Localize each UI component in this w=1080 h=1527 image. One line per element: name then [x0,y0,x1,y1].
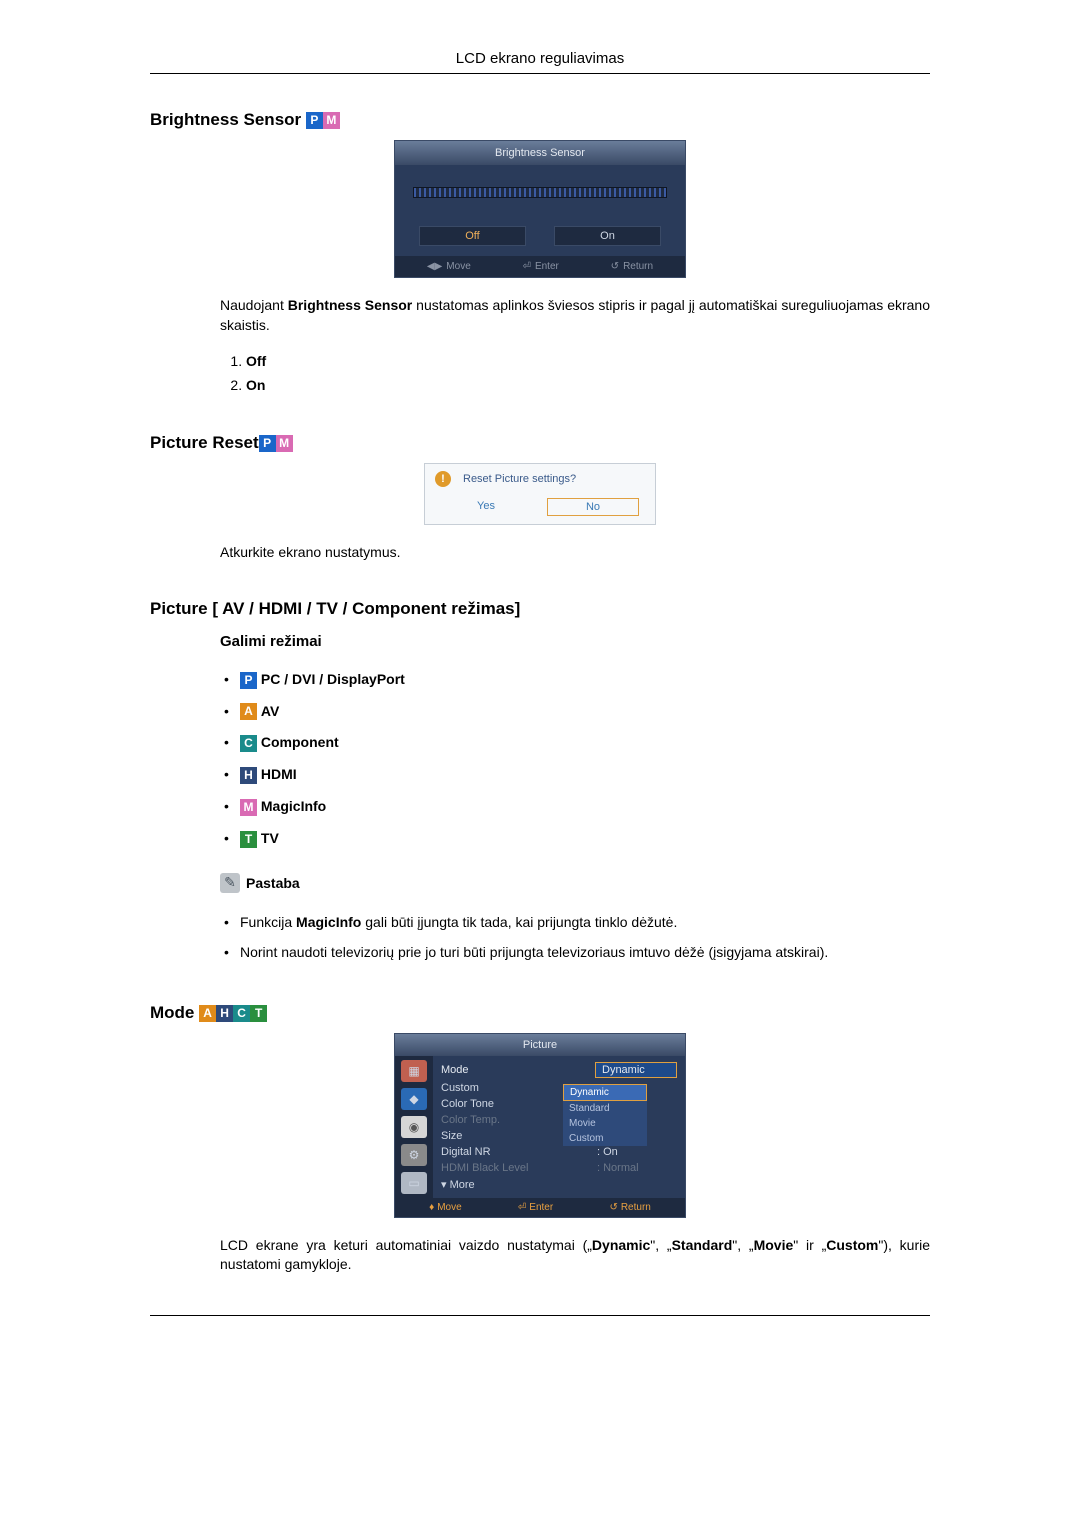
osd-mode-value: Dynamic [595,1062,677,1078]
sidebar-settings-icon[interactable]: ⚙ [401,1144,427,1166]
p-badge-icon: P [306,112,323,129]
dropdown-dynamic[interactable]: Dynamic [563,1084,647,1101]
sidebar-sound-icon[interactable]: ◆ [401,1088,427,1110]
sidebar-picture-icon[interactable]: ▦ [401,1060,427,1082]
mode-osd-sidebar: ▦ ◆ ◉ ⚙ ▭ [395,1056,433,1198]
note-1: Funkcija MagicInfo gali būti įjungta tik… [240,907,930,937]
mode-magicinfo: M MagicInfo [240,791,930,823]
brightness-options-list: Off On [220,349,930,397]
h-badge-icon: H [216,1005,233,1022]
m-badge-icon: M [240,799,257,816]
brightness-sensor-heading-text: Brightness Sensor [150,110,301,129]
a-badge-icon: A [199,1005,216,1022]
reset-osd-question: Reset Picture settings? [463,473,576,485]
note-2: Norint naudoti televizorių prie jo turi … [240,937,930,967]
p-badge-icon: P [259,435,276,452]
reset-desc: Atkurkite ekrano nustatymus. [220,543,930,563]
mode-tv: T TV [240,823,930,855]
picture-reset-heading: Picture ResetPM [150,433,930,453]
osd-foot-enter: ⏎ Enter [523,261,559,272]
brightness-osd-on[interactable]: On [554,226,661,246]
mode-desc: LCD ekrane yra keturi automatiniai vaizd… [220,1236,930,1275]
brightness-option-on: On [246,373,930,397]
h-badge-icon: H [240,767,257,784]
brightness-osd-slider[interactable] [413,187,667,198]
osd-foot-move: ♦ Move [429,1202,462,1213]
dropdown-custom[interactable]: Custom [563,1131,647,1146]
sidebar-setup-icon[interactable]: ◉ [401,1116,427,1138]
note-row: ✎ Pastaba [220,873,930,893]
dropdown-movie[interactable]: Movie [563,1116,647,1131]
reset-osd: ! Reset Picture settings? Yes No [424,463,656,525]
brightness-osd-title: Brightness Sensor [395,141,685,165]
mode-heading: Mode AHCT [150,1003,930,1023]
note-icon: ✎ [220,873,240,893]
osd-foot-move: ◀▶ Move [427,261,471,272]
osd-row-hdmiblack: HDMI Black Level: Normal [441,1160,677,1176]
t-badge-icon: T [240,831,257,848]
top-rule [150,73,930,74]
reset-no-button[interactable]: No [547,498,639,516]
brightness-option-off: Off [246,349,930,373]
mode-osd-title: Picture [395,1034,685,1056]
a-badge-icon: A [240,703,257,720]
m-badge-icon: M [323,112,340,129]
page-header: LCD ekrano reguliavimas [150,50,930,67]
mode-heading-text: Mode [150,1003,194,1022]
brightness-sensor-heading: Brightness Sensor PM [150,110,930,130]
mode-component: C Component [240,727,930,759]
mode-osd: Picture ▦ ◆ ◉ ⚙ ▭ Mode Dynamic Custom Co… [394,1033,686,1218]
reset-yes-button[interactable]: Yes [441,498,531,516]
mode-osd-rows: Mode Dynamic Custom Color Tone Color Tem… [433,1056,685,1198]
picture-reset-heading-text: Picture Reset [150,433,259,452]
osd-foot-return: ↺ Return [609,1202,650,1213]
modes-list: P PC / DVI / DisplayPort A AV C Componen… [220,664,930,855]
brightness-desc: Naudojant Brightness Sensor nustatomas a… [220,296,930,335]
brightness-osd-off[interactable]: Off [419,226,526,246]
mode-hdmi: H HDMI [240,759,930,791]
mode-pc: P PC / DVI / DisplayPort [240,664,930,696]
osd-row-digitalnr[interactable]: Digital NR: On [441,1144,677,1160]
osd-row-more[interactable]: ▾ More [441,1176,677,1193]
bottom-rule [150,1315,930,1316]
brightness-osd: Brightness Sensor Off On ◀▶ Move ⏎ Enter… [394,140,686,278]
sidebar-input-icon[interactable]: ▭ [401,1172,427,1194]
p-badge-icon: P [240,672,257,689]
note-label: Pastaba [246,875,300,891]
osd-row-mode[interactable]: Mode Dynamic [441,1060,677,1080]
picture-modes-heading: Picture [ AV / HDMI / TV / Component rež… [150,599,930,619]
dropdown-standard[interactable]: Standard [563,1101,647,1116]
m-badge-icon: M [276,435,293,452]
mode-dropdown: Dynamic Standard Movie Custom [563,1084,647,1146]
osd-foot-enter: ⏎ Enter [518,1202,553,1213]
notes-list: Funkcija MagicInfo gali būti įjungta tik… [220,907,930,967]
t-badge-icon: T [250,1005,267,1022]
c-badge-icon: C [233,1005,250,1022]
warning-icon: ! [435,471,451,487]
mode-av: A AV [240,696,930,728]
available-modes-subtitle: Galimi režimai [220,633,930,650]
c-badge-icon: C [240,735,257,752]
osd-foot-return: ↺ Return [611,261,653,272]
